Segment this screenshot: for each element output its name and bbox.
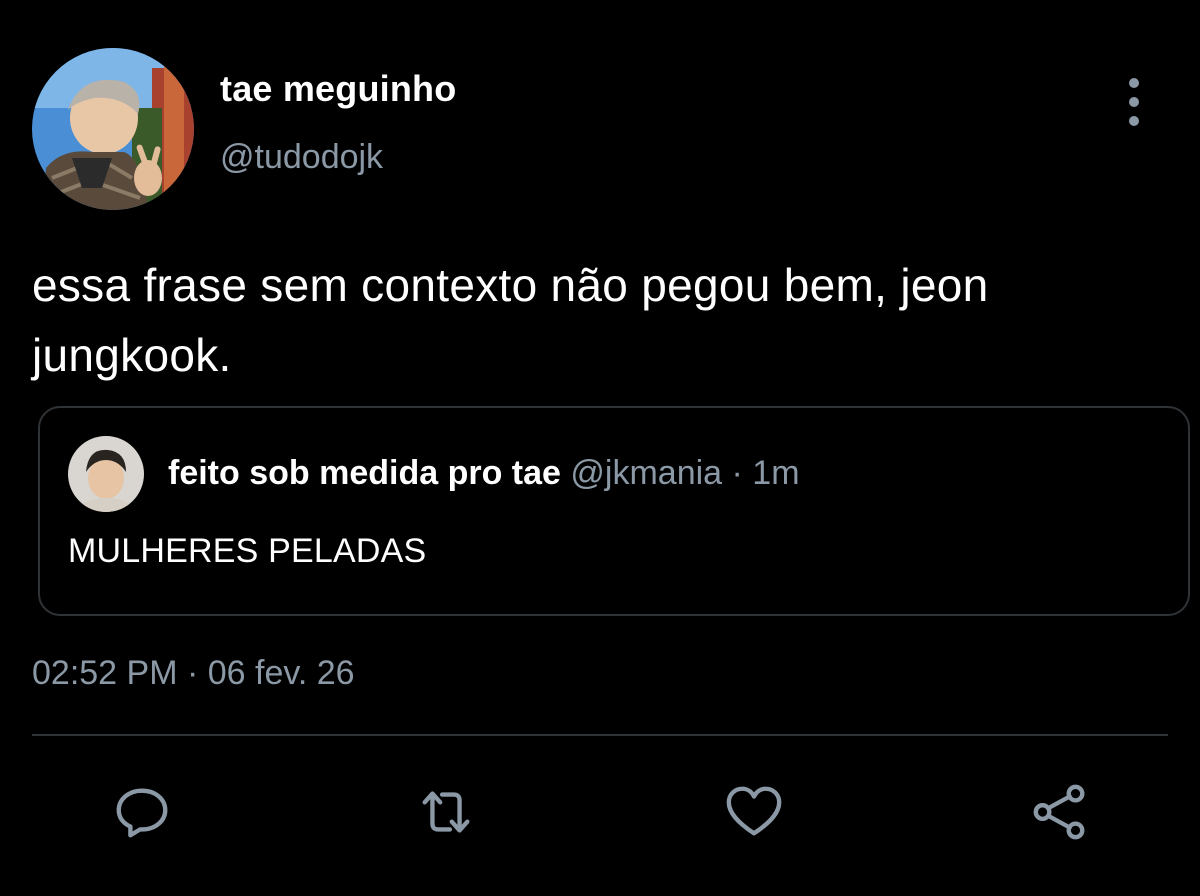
like-button[interactable] — [722, 780, 786, 844]
more-options-button[interactable] — [1118, 78, 1150, 126]
quote-time: 1m — [752, 454, 800, 492]
share-button[interactable] — [1028, 780, 1092, 844]
author-avatar-photo — [32, 48, 194, 210]
heart-icon — [726, 786, 782, 836]
share-nodes-icon — [1033, 784, 1085, 840]
divider — [32, 734, 1168, 736]
author-avatar[interactable] — [32, 48, 194, 210]
tweet-detail-screen: tae meguinho @tudodojk essa frase sem co… — [0, 0, 1200, 896]
quote-text: MULHERES PELADAS — [68, 532, 427, 570]
quote-header: feito sob medida pro tae @jkmania · 1m — [168, 454, 800, 493]
quote-author-avatar-photo — [68, 436, 144, 512]
quote-author-avatar[interactable] — [68, 436, 144, 512]
author-handle[interactable]: @tudodojk — [220, 138, 383, 177]
author-display-name[interactable]: tae meguinho — [220, 68, 456, 110]
vertical-dots-icon-middle — [1129, 97, 1139, 107]
reply-button[interactable] — [110, 780, 174, 844]
retweet-arrows-icon — [422, 791, 470, 833]
quoted-tweet-card[interactable]: feito sob medida pro tae @jkmania · 1m M… — [38, 406, 1190, 616]
tweet-text: essa frase sem contexto não pegou bem, j… — [32, 259, 989, 381]
quote-author-handle[interactable]: @jkmania — [570, 454, 722, 492]
vertical-dots-icon-bottom — [1129, 116, 1139, 126]
retweet-button[interactable] — [414, 780, 478, 844]
quote-meta-separator: · — [722, 454, 753, 492]
tweet-timestamp[interactable]: 02:52 PM · 06 fev. 26 — [32, 654, 355, 693]
quote-author-display-name[interactable]: feito sob medida pro tae — [168, 454, 561, 492]
vertical-dots-icon — [1129, 78, 1139, 88]
speech-bubble-icon — [116, 788, 168, 838]
